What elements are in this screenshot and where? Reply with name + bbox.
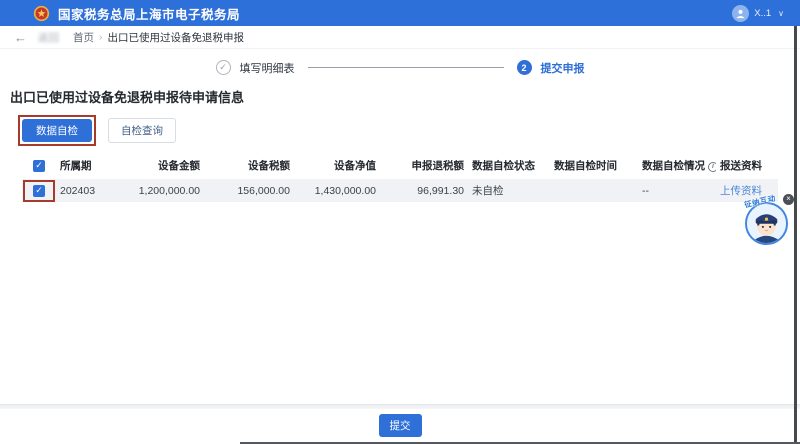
submit-button[interactable]: 提交 (379, 414, 422, 437)
step2-number-badge: 2 (517, 60, 532, 75)
close-icon[interactable]: × (783, 194, 794, 205)
step2-label: 提交申报 (541, 60, 585, 76)
col-header-declared-refund: 申报退税额 (380, 158, 468, 173)
action-button-row: 数据自检 自检查询 (18, 115, 800, 146)
cell-equipment-amount: 1,200,000.00 (132, 185, 204, 197)
row-checkbox-cell: ✓ (22, 180, 56, 202)
self-check-query-button[interactable]: 自检查询 (108, 118, 176, 143)
cell-equipment-net: 1,430,000.00 (294, 185, 380, 197)
col-header-check-detail-label: 数据自检情况 (642, 160, 705, 172)
check-icon: ✓ (35, 161, 43, 170)
national-emblem-icon (33, 5, 50, 22)
col-header-check-detail: 数据自检情况i (638, 158, 716, 173)
back-arrow-icon[interactable]: ← (14, 31, 27, 44)
annotation-box-data-check: 数据自检 (18, 115, 96, 146)
page: 国家税务总局上海市电子税务局 X..1 ∨ ← 返回 首页 › 出口已使用过设备… (0, 0, 800, 444)
cell-period: 202403 (56, 185, 132, 197)
check-icon: ✓ (35, 186, 43, 195)
interaction-mascot-widget[interactable]: × 征纳互动 (744, 195, 792, 245)
col-header-equipment-tax: 设备税额 (204, 158, 294, 173)
cell-check-status: 未自检 (468, 183, 550, 198)
cell-declared-refund: 96,991.30 (380, 185, 468, 197)
col-header-check-time: 数据自检时间 (550, 158, 638, 173)
info-icon[interactable]: i (708, 162, 716, 172)
user-avatar[interactable] (732, 5, 749, 22)
breadcrumb-current: 出口已使用过设备免退税申报 (108, 30, 245, 45)
col-header-equipment-net: 设备净值 (294, 158, 380, 173)
data-self-check-button[interactable]: 数据自检 (22, 119, 92, 142)
page-title: 出口已使用过设备免退税申报待申请信息 (10, 87, 800, 106)
col-header-period: 所属期 (56, 158, 132, 173)
main-content: 出口已使用过设备免退税申报待申请信息 数据自检 自检查询 ✓ 所属期 设备金额 … (0, 76, 800, 202)
cell-check-detail: -- (638, 185, 716, 197)
footer-bar: 提交 (0, 409, 800, 442)
row-checkbox[interactable]: ✓ (33, 185, 45, 197)
select-all-checkbox[interactable]: ✓ (33, 160, 45, 172)
table-header-row: ✓ 所属期 设备金额 设备税额 设备净值 申报退税额 数据自检状态 数据自检时间… (22, 155, 778, 176)
app-title: 国家税务总局上海市电子税务局 (58, 4, 240, 23)
table-row: ✓ 202403 1,200,000.00 156,000.00 1,430,0… (22, 179, 778, 202)
step1-check-icon: ✓ (216, 60, 231, 75)
breadcrumb-separator: › (99, 31, 103, 43)
annotation-box-row-checkbox: ✓ (23, 180, 55, 202)
col-header-check-status: 数据自检状态 (468, 158, 550, 173)
user-menu[interactable]: X..1 ∨ (732, 5, 784, 22)
step-indicator: ✓ 填写明细表 2 提交申报 (0, 59, 800, 76)
refund-application-table: ✓ 所属期 设备金额 设备税额 设备净值 申报退税额 数据自检状态 数据自检时间… (22, 155, 778, 202)
breadcrumb: ← 返回 首页 › 出口已使用过设备免退税申报 (0, 26, 800, 49)
user-icon (735, 8, 746, 19)
cell-equipment-tax: 156,000.00 (204, 185, 294, 197)
chevron-down-icon[interactable]: ∨ (778, 9, 784, 18)
header-checkbox-cell: ✓ (22, 160, 56, 172)
step-connector-line (308, 67, 504, 68)
app-header: 国家税务总局上海市电子税务局 X..1 ∨ (0, 0, 800, 26)
step1-label: 填写明细表 (240, 60, 295, 76)
username-label: X..1 (754, 8, 771, 19)
window-edge-right (794, 26, 797, 444)
breadcrumb-home[interactable]: 首页 (73, 30, 94, 45)
col-header-equipment-amount: 设备金额 (132, 158, 204, 173)
col-header-upload: 报送资料 (716, 158, 778, 173)
back-label-blurred[interactable]: 返回 (38, 30, 59, 45)
